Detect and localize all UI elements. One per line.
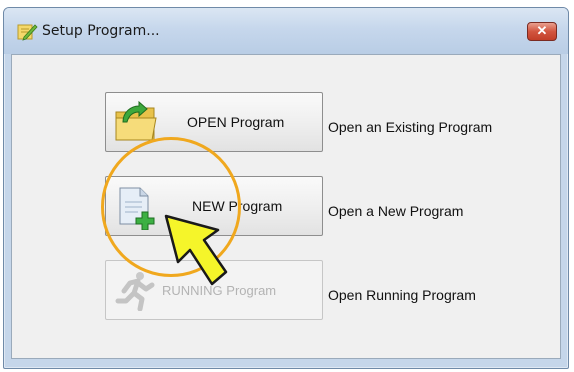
dialog-body: OPEN Program Open an Existing Program NE… (11, 54, 561, 359)
running-program-label: RUNNING Program (162, 282, 277, 298)
running-man-icon (115, 272, 155, 311)
new-program-button[interactable]: NEW Program (105, 176, 323, 236)
new-program-description: Open a New Program (328, 203, 464, 219)
open-program-description: Open an Existing Program (328, 119, 493, 135)
title-bar[interactable]: Setup Program... ✕ (4, 8, 568, 54)
open-program-button[interactable]: OPEN Program (105, 92, 323, 152)
open-program-label: OPEN Program (187, 114, 285, 130)
new-document-icon (119, 187, 155, 230)
close-icon: ✕ (536, 23, 548, 38)
running-program-description: Open Running Program (328, 287, 476, 303)
running-program-button[interactable]: RUNNING Program (105, 260, 323, 320)
close-button[interactable]: ✕ (527, 22, 557, 41)
window-title: Setup Program... (42, 23, 160, 39)
setup-pencil-icon (17, 24, 38, 41)
new-program-label: NEW Program (192, 198, 283, 214)
open-folder-icon (115, 100, 157, 141)
setup-program-window: Setup Program... ✕ OPEN Program Open an … (3, 7, 569, 369)
